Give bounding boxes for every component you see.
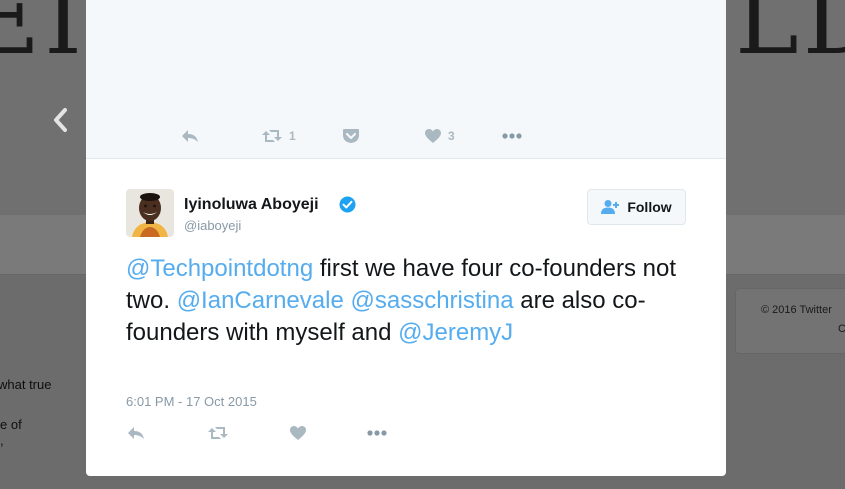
heart-icon — [425, 129, 441, 143]
previous-tweet: 1 3 — [86, 0, 726, 159]
more-dots-icon — [367, 430, 387, 436]
save-to-pocket-button[interactable] — [342, 128, 360, 144]
author-username[interactable]: @iaboyeji — [184, 218, 241, 233]
author-fullname[interactable]: Iyinoluwa Aboyeji — [184, 196, 319, 214]
reply-icon — [182, 130, 198, 142]
tweet-permalink-modal: 1 3 Iyinoluwa Aboyeji @iaboyeji Follow @… — [86, 0, 726, 476]
more-button[interactable] — [501, 128, 523, 144]
mention-link[interactable]: @Techpointdotng — [126, 255, 313, 282]
tweet-timestamp[interactable]: 6:01 PM - 17 Oct 2015 — [126, 394, 257, 409]
pocket-icon — [343, 129, 359, 143]
follow-button[interactable]: Follow — [587, 189, 686, 225]
mention-link[interactable]: @sasschristina — [350, 287, 513, 314]
background-footer-card — [735, 288, 845, 354]
verified-badge-icon — [339, 196, 356, 218]
tweet-text: @Techpointdotng first we have four co-fo… — [126, 253, 686, 349]
background-text-line-1: what true — [0, 377, 52, 392]
like-button[interactable]: 3 — [424, 128, 455, 144]
like-button[interactable] — [289, 425, 307, 441]
previous-tweet-arrow-icon[interactable] — [50, 106, 72, 134]
background-text-line-2: e of — [0, 417, 22, 432]
reply-icon — [128, 427, 144, 439]
footer-copyright: © 2016 Twitter — [761, 304, 832, 316]
heart-icon — [290, 426, 306, 440]
reply-button[interactable] — [126, 425, 146, 441]
mention-link[interactable]: @JeremyJ — [398, 319, 513, 346]
footer-letter: C — [838, 323, 845, 335]
retweet-button[interactable]: 1 — [261, 128, 296, 144]
banner-text-left: EI — [0, 0, 86, 76]
retweet-icon — [208, 427, 228, 439]
retweet-icon — [262, 130, 282, 142]
background-text-line-3: , — [0, 433, 4, 448]
banner-text-right: LD — [735, 0, 845, 76]
reply-button[interactable] — [180, 128, 200, 144]
follow-user-icon — [601, 200, 620, 214]
retweet-count: 1 — [289, 129, 296, 143]
retweet-button[interactable] — [207, 425, 229, 441]
follow-label: Follow — [627, 199, 672, 215]
more-dots-icon — [502, 133, 522, 139]
like-count: 3 — [448, 129, 455, 143]
mention-link[interactable]: @IanCarnevale — [177, 287, 344, 314]
more-button[interactable] — [366, 425, 388, 441]
avatar[interactable] — [126, 189, 174, 237]
